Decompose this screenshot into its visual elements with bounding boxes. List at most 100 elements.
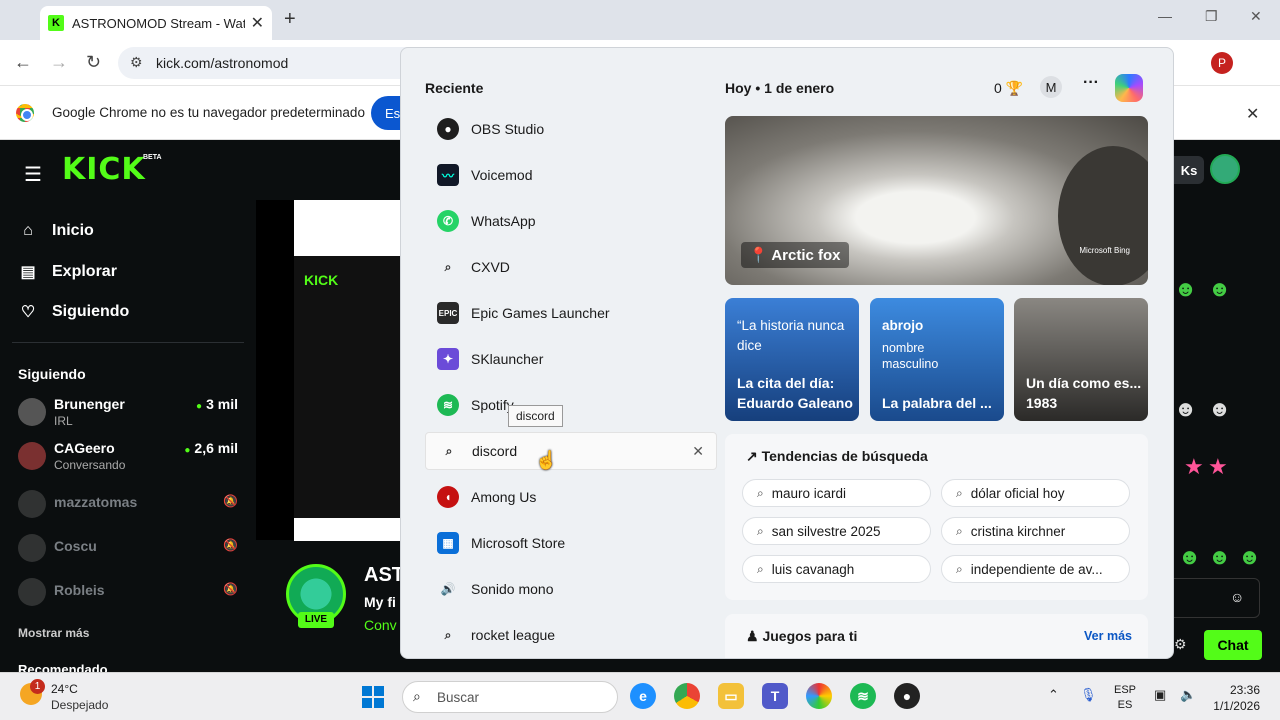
profile-avatar[interactable]: P — [1211, 52, 1233, 74]
trends-title: Tendencias de búsqueda — [761, 448, 928, 464]
recent-item-among-us[interactable]: ◖ Among Us — [425, 474, 717, 520]
recent-item-label: Sonido mono — [471, 581, 554, 597]
spotify-icon[interactable]: ≋ — [850, 683, 876, 709]
language-indicator[interactable]: ESP ES — [1114, 683, 1136, 713]
trend-chip[interactable]: ⌕ luis cavanagh — [742, 555, 931, 583]
avatar — [18, 578, 46, 606]
reload-icon[interactable]: ↻ — [86, 52, 101, 73]
following-item[interactable]: Robleis 🔕 — [18, 574, 244, 614]
edge-icon[interactable]: e — [630, 683, 656, 709]
recent-item-label: Epic Games Launcher — [471, 305, 610, 321]
video-taskbar — [294, 518, 400, 541]
recent-item-rocket-league[interactable]: ⌕ rocket league — [425, 612, 717, 658]
minimize-icon[interactable]: — — [1158, 8, 1172, 24]
network-icon[interactable]: ▣ — [1154, 687, 1166, 703]
clock[interactable]: 23:36 1/1/2026 — [1204, 682, 1260, 714]
recent-item-label: CXVD — [471, 259, 510, 275]
nav-home[interactable]: ⌂ Inicio — [18, 222, 94, 240]
nav-browse[interactable]: ▤ Explorar — [18, 262, 116, 282]
forward-icon[interactable]: → — [50, 52, 68, 73]
following-item[interactable]: Brunenger IRL 3 mil — [18, 394, 244, 434]
close-tab-icon[interactable]: ✕ — [251, 13, 264, 33]
history-card[interactable]: Un día como es... 1983 — [1014, 298, 1148, 421]
back-icon[interactable]: ← — [14, 52, 32, 73]
hero-card[interactable]: 📍 Arctic fox Microsoft Bing — [725, 116, 1148, 285]
kick-favicon-icon: K — [48, 15, 64, 31]
card-title: La cita del día: Eduardo Galeano — [737, 375, 853, 411]
file-explorer-icon[interactable]: ▭ — [718, 683, 744, 709]
word-card[interactable]: abrojo nombre masculino La palabra del ..… — [870, 298, 1004, 421]
copilot-icon[interactable] — [1115, 74, 1143, 102]
stream-category[interactable]: Conv — [364, 617, 397, 633]
trend-chip[interactable]: ⌕ dólar oficial hoy — [941, 479, 1130, 507]
following-item[interactable]: mazzatomas 🔕 — [18, 486, 244, 526]
following-header: Siguiendo — [18, 366, 86, 382]
avatar — [18, 534, 46, 562]
search-icon: ⌕ — [956, 561, 963, 576]
recent-item-spotify[interactable]: ≋ Spotify — [425, 382, 717, 428]
chrome-icon[interactable] — [674, 683, 700, 709]
channel-title[interactable]: AST — [364, 564, 404, 587]
recent-item-discord[interactable]: ⌕ discord ✕ — [425, 432, 717, 470]
emote-icon: ☻ — [1208, 544, 1232, 569]
weather-temp[interactable]: 24°C — [51, 682, 78, 696]
new-tab-icon[interactable]: + — [284, 8, 296, 31]
trend-chip[interactable]: ⌕ san silvestre 2025 — [742, 517, 931, 545]
kicks-button[interactable]: Ks — [1174, 156, 1204, 184]
hamburger-menu-icon[interactable]: ☰ — [24, 162, 42, 187]
channel-name: Robleis — [54, 582, 105, 598]
chat-input[interactable] — [1174, 578, 1260, 618]
card-title: La palabra del ... — [882, 395, 992, 411]
card-top-text: “La historia nunca dice — [737, 318, 845, 353]
volume-icon[interactable]: 🔈 — [1180, 687, 1196, 703]
emote-icon: ★ — [1208, 454, 1228, 479]
trend-chip[interactable]: ⌕ cristina kirchner — [941, 517, 1130, 545]
recent-item-label: SKlauncher — [471, 351, 544, 367]
rewards-points[interactable]: 0 🏆 — [994, 80, 1023, 97]
recent-item-cxvd[interactable]: ⌕ CXVD — [425, 244, 717, 290]
avatar — [18, 490, 46, 518]
more-options-icon[interactable]: ··· — [1083, 74, 1099, 92]
windows-start-icon[interactable] — [362, 686, 384, 708]
trend-chip[interactable]: ⌕ independiente de av... — [941, 555, 1130, 583]
sidebar-divider — [12, 342, 244, 343]
chat-send-button[interactable]: Chat — [1204, 630, 1262, 660]
trend-chip[interactable]: ⌕ mauro icardi — [742, 479, 931, 507]
following-item[interactable]: CAGeero Conversando 2,6 mil — [18, 438, 244, 478]
recent-item-store[interactable]: ▦ Microsoft Store — [425, 520, 717, 566]
restore-icon[interactable]: ❐ — [1205, 8, 1218, 25]
browser-tab[interactable]: K ASTRONOMOD Stream - Watch ✕ — [40, 6, 272, 40]
quote-card[interactable]: “La historia nunca dice La cita del día:… — [725, 298, 859, 421]
close-window-icon[interactable]: ✕ — [1250, 8, 1262, 25]
account-avatar[interactable]: M — [1040, 76, 1062, 98]
chat-settings-icon[interactable]: ⚙ — [1174, 636, 1187, 653]
infobar-close-icon[interactable]: ✕ — [1246, 104, 1259, 124]
microphone-icon[interactable]: 🎙 — [1080, 687, 1097, 703]
photos-icon[interactable] — [806, 683, 832, 709]
remove-icon[interactable]: ✕ — [692, 443, 704, 460]
card-title: Un día como es... 1983 — [1026, 375, 1142, 411]
recent-item-sklauncher[interactable]: ✦ SKlauncher — [425, 336, 717, 382]
taskbar-search-box[interactable]: ⌕ Buscar — [402, 681, 618, 713]
recent-item-obs[interactable]: ● OBS Studio — [425, 106, 717, 152]
infobar-text: Google Chrome no es tu navegador predete… — [52, 105, 365, 120]
recent-item-voicemod[interactable]: 〰 Voicemod — [425, 152, 717, 198]
recent-item-mono[interactable]: 🔊 Sonido mono — [425, 566, 717, 612]
recent-item-epic[interactable]: EPIC Epic Games Launcher — [425, 290, 717, 336]
recent-item-label: discord — [472, 443, 518, 459]
user-avatar[interactable] — [1210, 154, 1240, 184]
recent-item-whatsapp[interactable]: ✆ WhatsApp — [425, 198, 717, 244]
emoji-icon[interactable]: ☺ — [1230, 589, 1244, 605]
teams-icon[interactable]: T — [762, 683, 788, 709]
tooltip: discord — [508, 405, 563, 427]
show-hidden-icons-icon[interactable]: ⌃ — [1048, 687, 1059, 703]
obs-icon[interactable]: ● — [894, 683, 920, 709]
following-item[interactable]: Coscu 🔕 — [18, 530, 244, 570]
site-info-icon[interactable]: ⚙ — [130, 54, 143, 71]
show-more-link[interactable]: Mostrar más — [18, 626, 89, 640]
kick-logo[interactable]: KICK — [62, 152, 146, 187]
see-more-link[interactable]: Ver más — [1084, 629, 1132, 643]
nav-following[interactable]: ♡ Siguiendo — [18, 302, 130, 322]
channel-name: mazzatomas — [54, 494, 138, 510]
trend-text: san silvestre 2025 — [771, 523, 881, 539]
